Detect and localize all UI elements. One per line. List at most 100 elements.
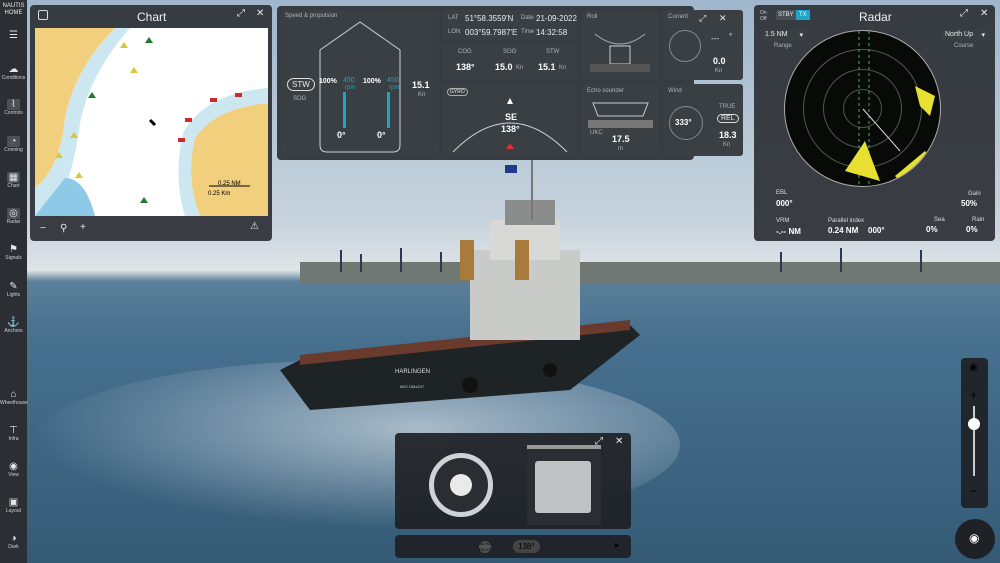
parallel-index-nm: 0.24 NM <box>828 226 859 235</box>
sidebar-item-anchors[interactable]: ⚓ Anchors <box>0 317 27 334</box>
close-icon[interactable]: ✕ <box>256 8 264 19</box>
current-box: Current ⤢ ✕ --- ° 0.0 Kn <box>663 10 743 80</box>
sidebar-item-conning[interactable]: ◔ Conning <box>0 136 27 153</box>
sea-value[interactable]: 0% <box>926 225 938 234</box>
next-icon[interactable]: ➤ <box>613 541 620 550</box>
sidebar-item-view[interactable]: ◉ View <box>0 461 27 478</box>
date-label: Date <box>521 15 534 21</box>
zoom-slider-thumb[interactable] <box>968 418 980 430</box>
stw-button[interactable]: STW <box>287 78 315 91</box>
course-dropdown[interactable]: North Up ▾ <box>942 29 988 41</box>
depth-value: 17.5 <box>612 134 630 144</box>
autopilot-heading[interactable]: 138° <box>513 540 540 553</box>
expand-icon[interactable]: ⤢ <box>237 8 245 19</box>
hamburger-icon: ☰ <box>9 30 18 41</box>
sidebar-item-lights[interactable]: ✎ Lights <box>0 281 27 298</box>
left-rpm-bar <box>343 92 346 128</box>
speed-unit: Kn <box>418 92 426 98</box>
radar-standby-button[interactable]: STBY <box>776 10 796 20</box>
roll-label: Roll <box>587 14 598 20</box>
ebl-label: EBL <box>776 190 788 196</box>
sidebar-item-layout[interactable]: ▣ Layout <box>0 497 27 514</box>
sog-label-2: SOG <box>503 49 517 55</box>
wind-box: Wind TRUE REL 333° 18.3 Kn <box>663 84 743 156</box>
wind-direction: 333° <box>675 118 692 127</box>
radar-title: Radar <box>859 10 892 24</box>
warning-icon[interactable]: ⚠ <box>250 221 259 232</box>
expand-icon[interactable]: ⤢ <box>960 8 968 19</box>
left-engine-pct: 100% <box>319 78 337 85</box>
cog-label: COG <box>458 49 472 55</box>
sidebar-item-conditions[interactable]: ☁ Conditions <box>0 64 27 81</box>
radar-icon: ◎ <box>7 208 20 219</box>
sidebar-item-chart[interactable]: ▦ Chart <box>0 172 27 189</box>
sidebar-item-dark[interactable]: ◑ Dark <box>0 533 27 550</box>
contrast-icon: ◑ <box>10 533 17 544</box>
sidebar-item-radar[interactable]: ◎ Radar <box>0 208 27 225</box>
camera-view-control[interactable]: ◉ <box>955 519 995 559</box>
radar-power-toggle[interactable]: On Off <box>760 10 774 22</box>
echo-sounder-box: Echo sounder UKC 17.5 m <box>582 84 659 156</box>
current-speed: 0.0 <box>713 56 726 66</box>
radar-scope[interactable] <box>784 30 941 187</box>
close-icon[interactable]: ✕ <box>719 13 727 24</box>
flag-icon: ⚑ <box>9 244 18 255</box>
heading-value: 138° <box>501 124 520 134</box>
sidebar-item-infra[interactable]: ⊤ Infra <box>0 425 27 442</box>
zoom-slider[interactable] <box>973 406 975 476</box>
left-rpm-unit: rpm <box>345 85 356 91</box>
anchor-icon: ⚓ <box>7 317 20 328</box>
right-engine-pct: 100% <box>363 78 381 85</box>
speed-propulsion-box: Speed & propulsion STW SOG 100% 450 rpm … <box>281 10 439 156</box>
zoom-in-icon[interactable]: + <box>80 222 86 233</box>
sidebar-item-label: Layout <box>5 508 21 514</box>
expand-icon[interactable]: ⤢ <box>699 13 706 24</box>
layout-icon: ▣ <box>8 497 19 508</box>
lon-value: 003°59.7987'E <box>465 28 518 37</box>
gain-label: Gain <box>968 191 981 197</box>
wind-speed: 18.3 <box>719 130 737 140</box>
zoom-control: ◉ + − <box>961 358 988 508</box>
zoom-in-icon[interactable]: + <box>970 388 977 402</box>
search-icon[interactable]: ⚲ <box>60 223 67 234</box>
sidebar-item-label: View <box>8 472 19 478</box>
lat-value: 51°58.3559'N <box>465 14 514 23</box>
chart-panel: Chart ⤢ ✕ 0.25 NM 0.25 Km − ⚲ + ⚠ <box>30 5 272 241</box>
cog-value: 138° <box>456 62 475 72</box>
close-icon[interactable]: ✕ <box>615 436 623 447</box>
zoom-out-icon[interactable]: − <box>40 223 46 234</box>
chart-settings-icon[interactable] <box>38 10 48 20</box>
gain-value[interactable]: 50% <box>961 199 977 208</box>
close-icon[interactable]: ✕ <box>980 8 988 19</box>
speed-value: 15.1 <box>412 80 430 90</box>
sidebar-item-controls[interactable]: ⌇ Controls <box>0 99 27 116</box>
steering-controls-panel: ⤢ ✕ <box>395 433 631 529</box>
right-rpm-unit: rpm <box>389 85 400 91</box>
cog-sog-stw-box: COG 138° SOG 15.0 Kn STW 15.1 Kn <box>443 44 577 80</box>
wind-rel-button[interactable]: REL <box>717 114 739 123</box>
ebl-value: 000° <box>776 199 793 208</box>
crane-icon: ⊤ <box>9 425 18 436</box>
date-value: 21-09-2022 <box>536 14 577 23</box>
eye-icon: ◉ <box>9 461 18 472</box>
visibility-icon[interactable]: ◉ <box>969 362 978 373</box>
chart-title: Chart <box>137 10 167 24</box>
course-value: North Up <box>945 31 974 38</box>
right-rudder-deg: 0° <box>377 130 386 140</box>
menu-button[interactable]: ☰ <box>0 30 27 41</box>
steering-wheel[interactable] <box>429 453 493 517</box>
left-sidebar: NAUTIS HOME ☰ ☁ Conditions ⌇ Controls ◔ Con… <box>0 0 28 563</box>
chart-grid-icon: ▦ <box>7 172 20 183</box>
rain-value[interactable]: 0% <box>966 225 978 234</box>
sidebar-item-label: Infra <box>8 436 19 442</box>
sidebar-item-wheelhouse[interactable]: ⌂ Wheelhouse <box>0 389 28 406</box>
radar-transmit-button[interactable]: TX <box>796 10 810 20</box>
throttle-lever[interactable] <box>527 445 601 525</box>
nautis-home-logo[interactable]: NAUTIS HOME <box>0 3 27 17</box>
nautical-chart[interactable]: 0.25 NM 0.25 Km <box>35 28 268 216</box>
autopilot-button[interactable]: AUTO PILOT <box>479 541 491 553</box>
left-rudder-deg: 0° <box>337 130 346 140</box>
sidebar-item-signals[interactable]: ⚑ Signals <box>0 244 27 261</box>
zoom-out-icon[interactable]: − <box>970 484 977 498</box>
depth-unit: m <box>618 146 623 152</box>
